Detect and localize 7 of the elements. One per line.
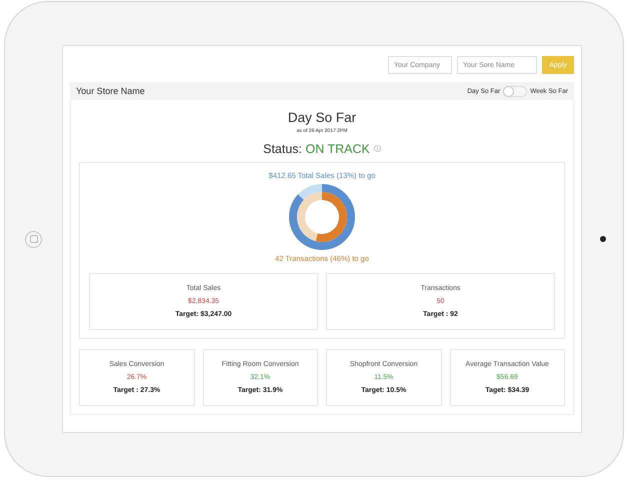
store-name: Your Store Name xyxy=(76,86,145,96)
home-button[interactable] xyxy=(25,230,42,248)
status-text: Status: ON TRACK xyxy=(263,142,370,156)
summary-title: Day So Far xyxy=(288,110,356,125)
period-toggle[interactable] xyxy=(503,86,528,96)
camera-icon xyxy=(600,236,606,242)
donut-chart-drawing xyxy=(288,183,356,251)
